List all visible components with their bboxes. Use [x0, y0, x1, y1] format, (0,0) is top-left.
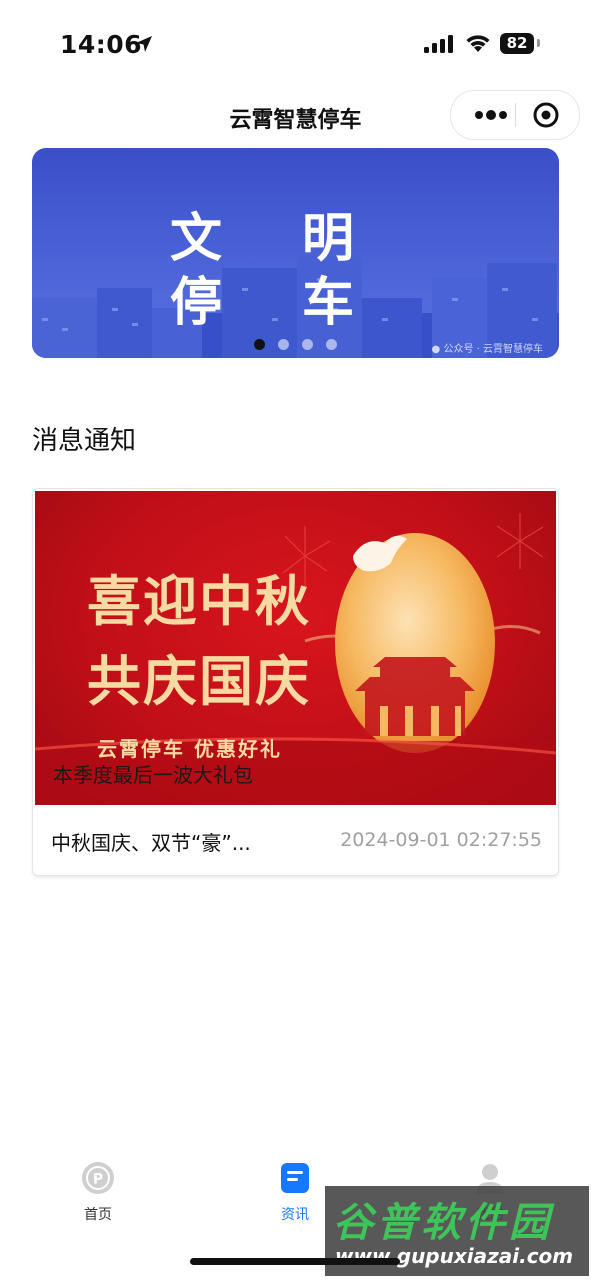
cellular-signal-icon	[424, 35, 453, 53]
banner-heading-line2: 停车	[170, 273, 435, 333]
carousel-dot[interactable]	[254, 339, 265, 350]
status-bar: 14:06 82	[0, 0, 591, 88]
svg-text:P: P	[93, 1172, 103, 1188]
watermark-title: 谷普软件园	[333, 1200, 553, 1246]
navigation-bar: 云霄智慧停车	[0, 88, 591, 142]
banner-carousel[interactable]: 文明 停车 ● 公众号 · 云霄智慧停车	[32, 148, 559, 358]
news-document-icon	[281, 1163, 309, 1193]
news-caption: 本季度最后一波大礼包	[53, 763, 253, 787]
news-card[interactable]: 喜迎中秋 共庆国庆 云霄停车 优惠好礼 本季度最后一波大礼包 中秋国庆、双节“豪…	[32, 488, 559, 876]
tab-home-label: 首页	[84, 1207, 112, 1223]
carousel-dot[interactable]	[278, 339, 289, 350]
battery-icon: 82	[500, 33, 534, 54]
news-headline[interactable]: 中秋国庆、双节“豪”...	[51, 827, 251, 856]
news-date: 2024-09-01 02:27:55	[340, 829, 542, 851]
poster-subtitle: 云霄停车 优惠好礼	[97, 737, 282, 761]
more-dots-icon[interactable]	[469, 103, 513, 127]
banner-credit: ● 公众号 · 云霄智慧停车	[431, 344, 543, 355]
capsule-divider	[515, 103, 516, 127]
carousel-dot[interactable]	[326, 339, 337, 350]
wifi-icon	[466, 35, 490, 52]
battery-cap	[537, 39, 540, 47]
location-arrow-icon	[136, 36, 152, 52]
close-target-icon[interactable]	[533, 102, 559, 128]
carousel-dot[interactable]	[302, 339, 313, 350]
poster-heading-line1: 喜迎中秋	[87, 569, 311, 633]
parking-p-icon: P	[82, 1162, 114, 1194]
home-indicator[interactable]	[190, 1258, 400, 1265]
poster-heading-line2: 共庆国庆	[87, 649, 311, 713]
news-poster: 喜迎中秋 共庆国庆 云霄停车 优惠好礼 本季度最后一波大礼包	[35, 491, 556, 805]
section-title: 消息通知	[32, 426, 137, 456]
news-card-footer: 中秋国庆、双节“豪”... 2024-09-01 02:27:55	[33, 807, 558, 875]
carousel-indicator[interactable]	[254, 339, 344, 351]
tab-home[interactable]: P 首页	[38, 1160, 158, 1224]
status-time: 14:06	[60, 30, 143, 59]
mini-program-capsule	[450, 90, 580, 140]
